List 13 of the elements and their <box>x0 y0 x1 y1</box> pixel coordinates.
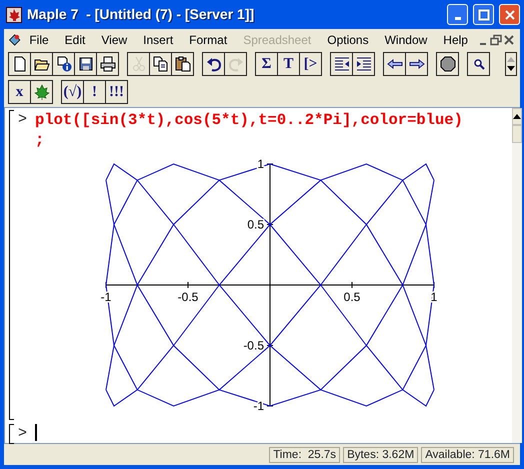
tick-label: -1 <box>253 399 264 413</box>
status-field: Available: 71.6M <box>421 447 514 463</box>
code-line: ; <box>35 130 44 150</box>
window-title: Maple 7 - [Untitled (7) - [Server 1]] <box>27 5 256 24</box>
tick-label: -0.5 <box>243 338 264 352</box>
status-field: Bytes: 3.62M <box>343 447 418 463</box>
prompt-sign: > <box>18 110 28 130</box>
prompt-sign: > <box>18 424 28 444</box>
status-field: Time: 25.7s <box>269 447 340 463</box>
tick-label: -0.5 <box>178 290 198 304</box>
tick-label: 0.5 <box>247 218 264 232</box>
tick-label: 0.5 <box>344 290 360 304</box>
code-line: plot([sin(3*t),cos(5*t),t=0..2*Pi],color=blue) <box>35 110 463 130</box>
